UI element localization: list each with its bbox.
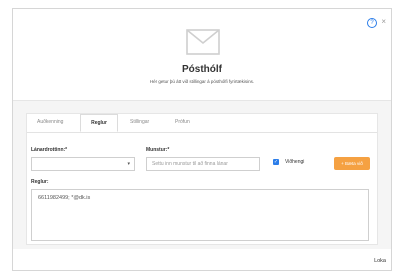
attachment-checkbox[interactable]: ✓ [273, 159, 279, 165]
page-title: Pósthólf [182, 64, 222, 75]
lender-label: Lánardrottinn:* [31, 147, 68, 153]
rules-textarea[interactable]: 6611982499; *@dk.is [31, 189, 369, 241]
add-button[interactable]: + Bæta við [334, 157, 370, 170]
tab-bar: Auðkenning Reglur Stillingar Prófun [27, 114, 377, 133]
rules-label: Reglur: [31, 179, 49, 185]
envelope-icon [186, 29, 220, 55]
tab-settings[interactable]: Stillingar [130, 119, 149, 125]
pattern-input[interactable]: Settu inn munstur til að finna lánar [146, 157, 260, 171]
help-icon[interactable]: ? [367, 18, 377, 28]
attachment-label: Viðhengi [285, 159, 305, 165]
tab-testing[interactable]: Prófun [175, 119, 190, 125]
tab-rules[interactable]: Reglur [80, 114, 118, 132]
lender-select[interactable]: ▾ [31, 157, 135, 171]
tab-authentication[interactable]: Auðkenning [37, 119, 63, 125]
dialog-header: ? × Pósthólf Hér getur þú átt við stilli… [13, 9, 391, 101]
page-subtitle: Hér getur þú átt við stillingar á pósthó… [149, 79, 255, 84]
close-icon[interactable]: × [381, 17, 386, 26]
pattern-label: Munstur:* [146, 147, 170, 153]
tab-panel: Auðkenning Reglur Stillingar Prófun Lána… [26, 113, 378, 245]
dialog-footer: Loka [13, 249, 391, 271]
mailbox-dialog: ? × Pósthólf Hér getur þú átt við stilli… [12, 8, 392, 271]
close-button[interactable]: Loka [374, 258, 386, 264]
dialog-body: Auðkenning Reglur Stillingar Prófun Lána… [13, 101, 391, 249]
chevron-down-icon: ▾ [127, 161, 130, 167]
